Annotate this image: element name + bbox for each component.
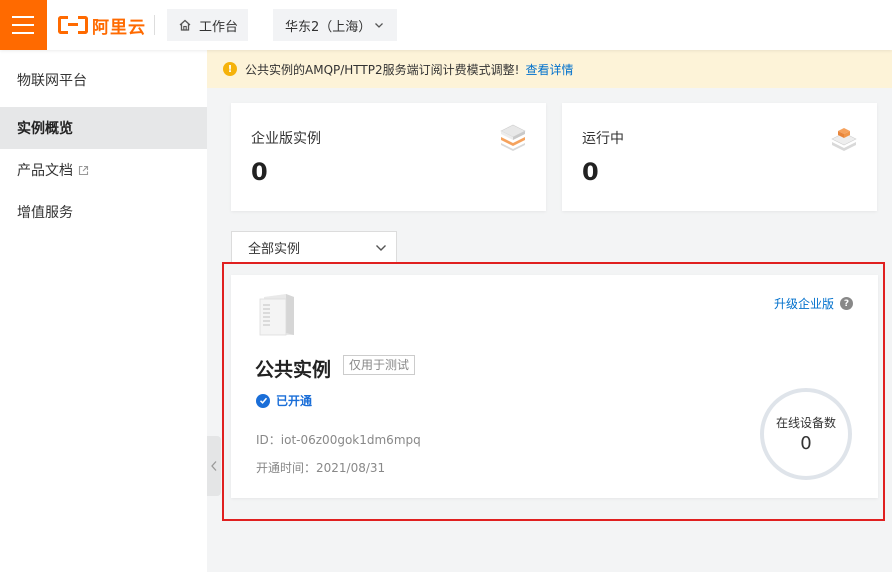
external-link-icon bbox=[78, 165, 89, 175]
online-devices-label: 在线设备数 bbox=[775, 416, 836, 430]
workbench-button[interactable]: 工作台 bbox=[167, 9, 248, 41]
sidebar-title: 物联网平台 bbox=[17, 73, 87, 89]
hamburger-icon bbox=[12, 16, 34, 18]
aliyun-logo[interactable]: 阿里云 bbox=[58, 13, 146, 38]
running-stack-icon bbox=[831, 128, 857, 151]
running-instance-card: 运行中 0 bbox=[562, 103, 877, 211]
instance-tag: 仅用于测试 bbox=[343, 355, 416, 375]
chevron-down-icon bbox=[375, 23, 383, 28]
region-label: 华东2（上海） bbox=[285, 19, 372, 35]
instance-id: ID：iot-06z00gok1dm6mpq bbox=[256, 433, 421, 447]
brand-name: 阿里云 bbox=[92, 17, 146, 38]
sidebar-item-value-added-services[interactable]: 增值服务 bbox=[0, 191, 207, 233]
stat-label: 运行中 bbox=[582, 131, 624, 147]
online-devices-value: 0 bbox=[800, 433, 812, 454]
top-bar: 阿里云 工作台 华东2（上海） bbox=[0, 0, 892, 50]
enterprise-instance-card: 企业版实例 0 bbox=[231, 103, 546, 211]
sidebar-item-label: 实例概览 bbox=[17, 121, 73, 137]
instance-open-time: 开通时间：2021/08/31 bbox=[256, 461, 386, 475]
chevron-left-icon bbox=[211, 461, 217, 471]
filter-selected-value: 全部实例 bbox=[248, 241, 301, 257]
sidebar-item-instance-overview[interactable]: 实例概览 bbox=[0, 107, 207, 149]
upgrade-section: 升级企业版 ? bbox=[774, 295, 853, 312]
aliyun-logo-icon bbox=[58, 16, 88, 34]
workbench-label: 工作台 bbox=[199, 19, 239, 35]
public-instance-card[interactable]: 公共实例 仅用于测试 已开通 ID：iot-06z00gok1dm6mpq 开通… bbox=[231, 275, 878, 498]
sidebar-item-product-docs[interactable]: 产品文档 bbox=[0, 149, 207, 191]
chevron-down-icon bbox=[376, 245, 386, 251]
divider bbox=[154, 15, 155, 35]
hamburger-icon-line bbox=[12, 32, 34, 34]
stat-label: 企业版实例 bbox=[251, 131, 321, 147]
instance-status: 已开通 bbox=[256, 392, 312, 409]
help-icon[interactable]: ? bbox=[840, 297, 853, 310]
layers-icon bbox=[500, 124, 526, 151]
hamburger-icon-line bbox=[12, 24, 34, 26]
notice-text: 公共实例的AMQP/HTTP2服务端订阅计费模式调整! bbox=[245, 62, 520, 77]
menu-button[interactable] bbox=[0, 0, 47, 50]
stat-value: 0 bbox=[582, 158, 599, 186]
instance-filter-select[interactable]: 全部实例 bbox=[231, 231, 397, 263]
region-selector[interactable]: 华东2（上海） bbox=[273, 9, 397, 41]
server-icon bbox=[259, 294, 294, 336]
instance-name: 公共实例 bbox=[255, 359, 332, 381]
sidebar-item-label: 增值服务 bbox=[17, 205, 73, 221]
upgrade-enterprise-link[interactable]: 升级企业版 bbox=[774, 295, 834, 312]
notice-details-link[interactable]: 查看详情 bbox=[525, 61, 573, 78]
stat-value: 0 bbox=[251, 158, 268, 186]
status-text: 已开通 bbox=[276, 394, 313, 408]
warning-icon: ! bbox=[223, 62, 237, 76]
home-icon bbox=[179, 19, 191, 31]
sidebar-collapse-handle[interactable] bbox=[207, 436, 221, 496]
sidebar-item-label: 产品文档 bbox=[17, 163, 73, 179]
sidebar: 物联网平台 实例概览 产品文档 增值服务 bbox=[0, 50, 207, 572]
check-circle-icon bbox=[256, 393, 270, 408]
notice-bar: ! 公共实例的AMQP/HTTP2服务端订阅计费模式调整! 查看详情 bbox=[207, 50, 892, 88]
